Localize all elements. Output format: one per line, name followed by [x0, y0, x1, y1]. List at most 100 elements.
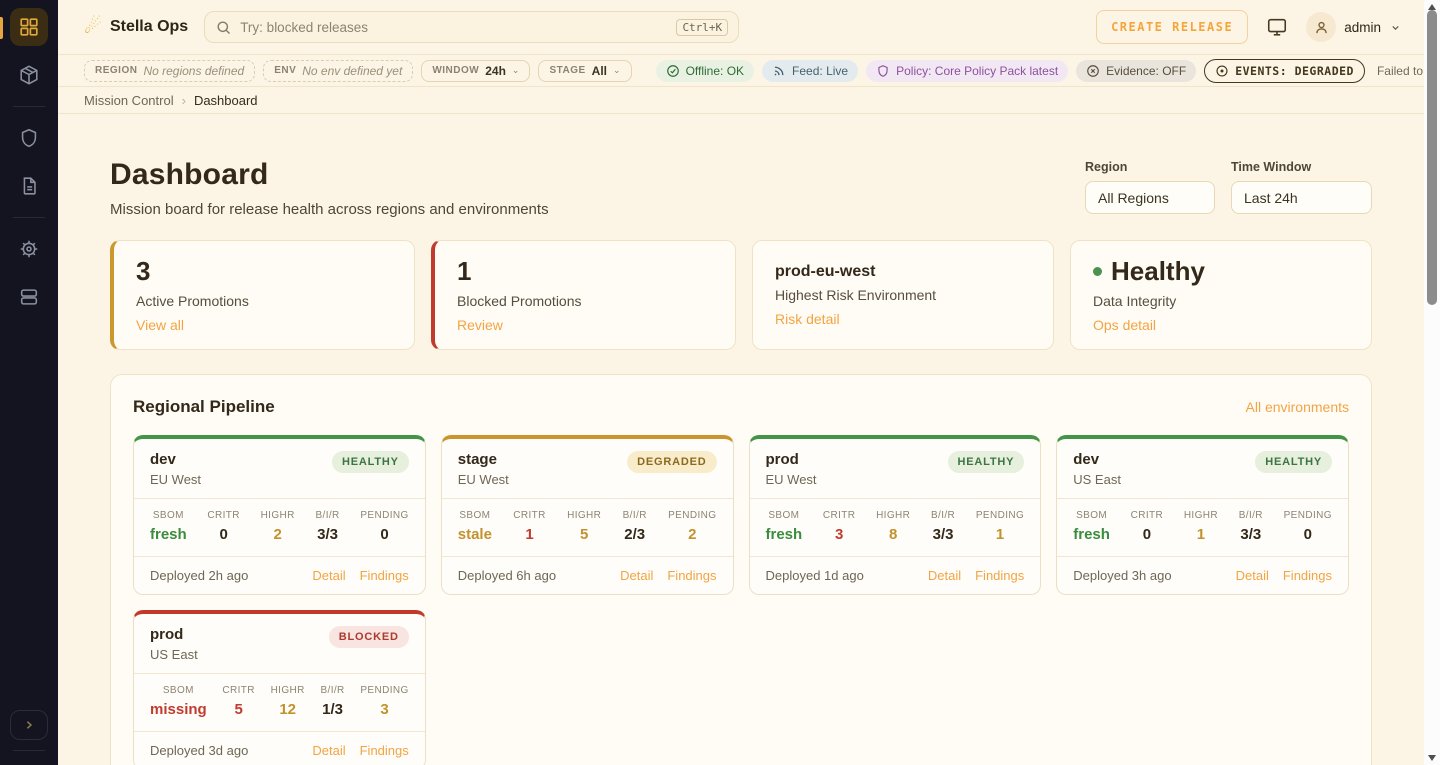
ops-detail-link[interactable]: Ops detail — [1093, 317, 1156, 333]
stat-key: CRITR — [823, 510, 856, 521]
stat-value: 8 — [876, 526, 910, 543]
sidebar — [0, 0, 58, 765]
stat-value: 5 — [222, 701, 255, 718]
scroll-down-arrow[interactable] — [1428, 755, 1436, 761]
findings-link[interactable]: Findings — [975, 568, 1024, 583]
detail-link[interactable]: Detail — [312, 568, 345, 583]
window-filter-dropdown[interactable]: WINDOW 24h ⌄ — [421, 60, 530, 82]
top-bar: ☄ Stella Ops Ctrl+K CREATE RELEASE — [58, 0, 1424, 54]
time-window-select[interactable]: Last 24h — [1231, 181, 1372, 214]
region-name: EU West — [458, 472, 509, 487]
findings-link[interactable]: Findings — [1283, 568, 1332, 583]
pipeline-stat: CRITR 1 — [513, 510, 546, 543]
pipeline-stat: B/I/R 3/3 — [1239, 510, 1263, 543]
status-badge: HEALTHY — [332, 451, 409, 473]
check-circle-icon — [666, 64, 680, 78]
status-badge: DEGRADED — [627, 451, 716, 473]
detail-link[interactable]: Detail — [1236, 568, 1269, 583]
env-name: prod — [150, 626, 198, 643]
pipeline-stat: CRITR 3 — [823, 510, 856, 543]
detail-link[interactable]: Detail — [620, 568, 653, 583]
status-badge: BLOCKED — [329, 626, 409, 648]
pipeline-stat: SBOM stale — [458, 510, 492, 543]
panel-title: Regional Pipeline — [133, 397, 275, 417]
detail-link[interactable]: Detail — [928, 568, 961, 583]
region-filter-chip[interactable]: REGION No regions defined — [84, 60, 255, 82]
pipeline-stat: PENDING 0 — [1284, 510, 1332, 543]
pipeline-stat: HIGHR 2 — [261, 510, 295, 543]
deployed-text: Deployed 3d ago — [150, 743, 248, 758]
regional-pipeline-panel: Regional Pipeline All environments dev E… — [110, 374, 1372, 765]
findings-link[interactable]: Findings — [667, 568, 716, 583]
stat-key: SBOM — [1073, 510, 1110, 521]
stat-value: Healthy — [1111, 257, 1205, 287]
env-name: dev — [150, 451, 201, 468]
pipeline-stat: SBOM fresh — [1073, 510, 1110, 543]
scrollbar-thumb[interactable] — [1427, 10, 1437, 305]
sidebar-divider — [13, 106, 45, 107]
findings-link[interactable]: Findings — [360, 743, 409, 758]
feed-status-badge: Feed: Live — [762, 60, 858, 82]
region-name: EU West — [150, 472, 201, 487]
deployed-text: Deployed 3h ago — [1073, 568, 1171, 583]
sidebar-item-settings[interactable] — [10, 230, 48, 268]
search-input[interactable] — [240, 20, 668, 35]
pipeline-card-dev-eu-west: dev EU West HEALTHY SBOM fresh CRITR 0 — [133, 435, 426, 595]
sidebar-item-infrastructure[interactable] — [10, 278, 48, 316]
pipeline-stat: B/I/R 2/3 — [623, 510, 647, 543]
sidebar-expand-button[interactable] — [10, 710, 48, 740]
window-chip-label: WINDOW — [432, 65, 479, 76]
events-status-badge: EVENTS: DEGRADED — [1204, 59, 1365, 83]
stat-value: 3/3 — [931, 526, 955, 543]
stat-value: 2 — [261, 526, 295, 543]
sidebar-divider — [13, 217, 45, 218]
pipeline-stat: HIGHR 1 — [1184, 510, 1218, 543]
stat-value: 1 — [1184, 526, 1218, 543]
all-environments-link[interactable]: All environments — [1246, 399, 1350, 415]
deployed-text: Deployed 6h ago — [458, 568, 556, 583]
review-link[interactable]: Review — [457, 317, 503, 333]
servers-icon — [18, 286, 40, 308]
window-chip-value: 24h — [485, 64, 506, 78]
sidebar-item-documents[interactable] — [10, 167, 48, 205]
global-search[interactable]: Ctrl+K — [204, 11, 739, 43]
stat-key: B/I/R — [320, 685, 344, 696]
region-select[interactable]: All Regions — [1085, 181, 1215, 214]
vertical-scrollbar[interactable] — [1424, 0, 1440, 765]
stat-key: SBOM — [150, 510, 187, 521]
view-all-link[interactable]: View all — [136, 317, 184, 333]
create-release-button[interactable]: CREATE RELEASE — [1096, 10, 1248, 44]
stat-value: 2/3 — [623, 526, 647, 543]
brand: ☄ Stella Ops — [84, 17, 188, 37]
monitor-icon[interactable] — [1266, 16, 1288, 38]
user-name: admin — [1344, 20, 1381, 35]
region-filter: Region All Regions — [1085, 160, 1215, 214]
stage-chip-label: STAGE — [549, 65, 585, 76]
sidebar-item-dashboard[interactable] — [10, 8, 48, 46]
stat-key: B/I/R — [623, 510, 647, 521]
pipeline-stat: HIGHR 8 — [876, 510, 910, 543]
env-name: stage — [458, 451, 509, 468]
pipeline-stat: CRITR 0 — [1131, 510, 1164, 543]
region-name: US East — [150, 647, 198, 662]
risk-detail-link[interactable]: Risk detail — [775, 311, 840, 327]
green-dot-icon — [1093, 267, 1102, 276]
sidebar-item-releases[interactable] — [10, 56, 48, 94]
brand-name: Stella Ops — [110, 18, 188, 36]
pipeline-stat: SBOM fresh — [150, 510, 187, 543]
user-menu[interactable]: admin — [1306, 12, 1402, 42]
sidebar-item-security[interactable] — [10, 119, 48, 157]
stat-value: 5 — [567, 526, 601, 543]
stat-key: HIGHR — [567, 510, 601, 521]
breadcrumb-parent[interactable]: Mission Control — [84, 93, 174, 108]
region-select-label: Region — [1085, 160, 1215, 174]
stat-value: 3 — [360, 701, 408, 718]
pipeline-stat: CRITR 5 — [222, 685, 255, 718]
findings-link[interactable]: Findings — [360, 568, 409, 583]
detail-link[interactable]: Detail — [312, 743, 345, 758]
rss-icon — [772, 64, 786, 78]
stat-key: B/I/R — [931, 510, 955, 521]
stage-filter-dropdown[interactable]: STAGE All ⌄ — [538, 60, 631, 82]
env-filter-chip[interactable]: ENV No env defined yet — [263, 60, 413, 82]
shield-icon — [18, 127, 40, 149]
